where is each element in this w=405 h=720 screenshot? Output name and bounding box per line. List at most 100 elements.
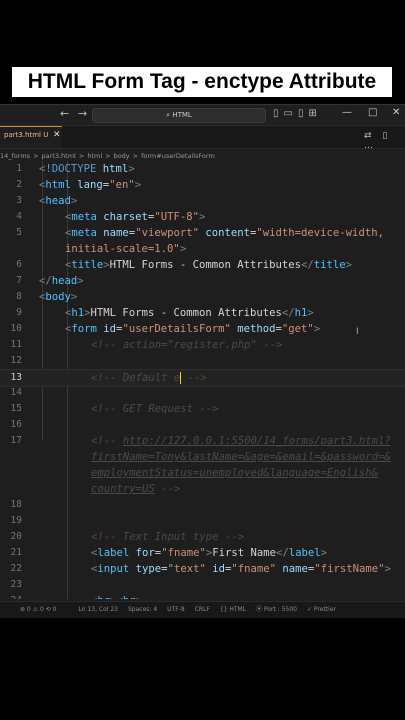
status-item[interactable]: Spaces: 4 bbox=[128, 606, 157, 613]
forward-arrow-icon[interactable]: → bbox=[78, 107, 87, 120]
code-line[interactable]: 9 <h1>HTML Forms - Common Attributes</h1> bbox=[0, 305, 405, 321]
code-text: <br><br> bbox=[91, 593, 142, 599]
code-line[interactable]: 14 bbox=[0, 385, 405, 401]
code-line[interactable]: 6 <title>HTML Forms - Common Attributes</… bbox=[0, 257, 405, 273]
breadcrumb-item[interactable]: html bbox=[87, 152, 102, 160]
video-title-banner: HTML Form Tag - enctype Attribute bbox=[12, 67, 392, 97]
code-text: firstName=Tony&lastName=&age=&email=&pas… bbox=[91, 449, 391, 465]
token-cm: <!-- Text Input type --> bbox=[91, 531, 245, 543]
token-tag: br bbox=[123, 595, 136, 599]
minimize-icon[interactable]: — bbox=[342, 107, 352, 118]
line-number: 22 bbox=[10, 563, 22, 574]
token-attr: content bbox=[198, 227, 250, 239]
layout-toggle-icons[interactable]: ▯▭▯⊞ bbox=[273, 108, 322, 119]
token-attr: type bbox=[129, 563, 162, 575]
code-line[interactable]: 2 <html lang="en"> bbox=[0, 177, 405, 193]
code-line[interactable]: 20 <!-- Text Input type --> bbox=[0, 529, 405, 545]
code-line[interactable]: 15 <!-- GET Request --> bbox=[0, 401, 405, 417]
code-line[interactable]: 22 <input type="text" id="fname" name="fi… bbox=[0, 561, 405, 577]
code-line[interactable]: 21 <label for="fname">First Name</label> bbox=[0, 545, 405, 561]
code-line[interactable]: 17 <!-- http://127.0.0.1:5500/14_forms/pa… bbox=[0, 433, 405, 449]
token-cm: --> bbox=[154, 483, 181, 495]
code-line[interactable]: 8 <body> bbox=[0, 289, 405, 305]
token-tag: title bbox=[71, 259, 104, 271]
code-line[interactable]: 3 <head> bbox=[0, 193, 405, 209]
code-line[interactable]: firstName=Tony&lastName=&age=&email=&pas… bbox=[0, 449, 405, 465]
token-tag: head bbox=[45, 195, 71, 207]
token-str: "userDetailsForm" bbox=[122, 323, 231, 335]
code-line[interactable]: 5 <meta name="viewport" content="width=de… bbox=[0, 225, 405, 241]
code-line[interactable]: 10 <form id="userDetailsForm" method="get… bbox=[0, 321, 405, 337]
token-attr: html bbox=[96, 163, 129, 175]
code-line[interactable]: 11 <!-- action="register.php" --> bbox=[0, 337, 405, 353]
close-window-icon[interactable]: ✕ bbox=[392, 107, 400, 118]
token-br: > bbox=[313, 323, 321, 335]
code-line[interactable]: 4 <meta charset="UTF-8"> bbox=[0, 209, 405, 225]
line-number: 11 bbox=[10, 339, 22, 350]
code-editor-window: ← → ⌕ HTML ▯▭▯⊞ — □ ✕ part3.html U ✕ ⇄ ▯… bbox=[0, 104, 405, 618]
token-str: "fname" bbox=[161, 547, 206, 559]
line-number: 24 bbox=[0, 593, 22, 599]
code-line[interactable]: 12 bbox=[0, 353, 405, 369]
status-item[interactable]: ✓ Prettier bbox=[307, 606, 336, 613]
code-text: <!-- Text Input type --> bbox=[91, 529, 244, 545]
code-area[interactable]: 1 <!DOCTYPE html> 2 <html lang="en"> 3 <head>… bbox=[0, 161, 405, 599]
line-number: 3 bbox=[16, 195, 22, 206]
token-tag: html bbox=[45, 179, 71, 191]
status-item[interactable]: UTF-8 bbox=[167, 606, 185, 613]
status-item[interactable]: {} HTML bbox=[220, 606, 246, 613]
search-icon: ⌕ bbox=[166, 111, 171, 119]
token-cmlink: country=US bbox=[91, 483, 155, 495]
status-item[interactable]: ⦿ Port : 5500 bbox=[256, 606, 297, 613]
status-item[interactable]: ⊗ 0 ⚠ 0 ⟲ 0 bbox=[20, 606, 56, 613]
token-tag: meta bbox=[71, 227, 97, 239]
tab-part3-html[interactable]: part3.html U ✕ bbox=[0, 126, 62, 148]
command-center-search[interactable]: ⌕ HTML bbox=[92, 108, 266, 123]
code-line[interactable]: 1 <!DOCTYPE html> bbox=[0, 161, 405, 177]
breadcrumb-item[interactable]: body bbox=[114, 152, 130, 160]
code-line[interactable]: 18 bbox=[0, 497, 405, 513]
breadcrumb-item[interactable]: 14_forms bbox=[0, 152, 30, 160]
token-tag: input bbox=[97, 563, 130, 575]
token-str: "text" bbox=[167, 563, 206, 575]
breadcrumb-item[interactable]: form#userDetailsForm bbox=[141, 152, 215, 160]
code-line[interactable]: country=US --> bbox=[0, 481, 405, 497]
tab-bar: part3.html U ✕ ⇄ ▯ … bbox=[0, 126, 405, 151]
token-cmlink: employmentStatus=unemployed&language=Eng… bbox=[91, 467, 379, 479]
code-text: <h1>HTML Forms - Common Attributes</h1> bbox=[65, 305, 314, 321]
editor-actions-icons[interactable]: ⇄ ▯ … bbox=[364, 131, 405, 151]
back-arrow-icon[interactable]: ← bbox=[60, 107, 69, 120]
code-text: initial-scale=1.0"> bbox=[65, 241, 186, 257]
status-item[interactable]: Ln 13, Col 23 bbox=[78, 606, 118, 613]
token-text: HTML Forms - Common Attributes bbox=[90, 307, 282, 319]
code-line[interactable]: 24 <br><br> bbox=[0, 593, 405, 599]
code-text: <meta charset="UTF-8"> bbox=[65, 209, 205, 225]
code-text: <!-- GET Request --> bbox=[91, 401, 219, 417]
breadcrumb-separator: > bbox=[78, 152, 85, 160]
maximize-icon[interactable]: □ bbox=[368, 107, 377, 118]
code-line[interactable]: employmentStatus=unemployed&language=Eng… bbox=[0, 465, 405, 481]
tab-close-icon[interactable]: ✕ bbox=[53, 130, 61, 140]
status-item[interactable]: CRLF bbox=[195, 606, 210, 613]
token-br: > bbox=[70, 291, 78, 303]
title-bar: ← → ⌕ HTML ▯▭▯⊞ — □ ✕ bbox=[0, 105, 405, 126]
code-text: <meta name="viewport" content="width=dev… bbox=[65, 225, 384, 241]
line-number: 19 bbox=[10, 515, 22, 526]
code-text: <body> bbox=[39, 289, 77, 305]
code-line[interactable]: 23 bbox=[0, 577, 405, 593]
line-number: 6 bbox=[16, 259, 22, 270]
code-text: <form id="userDetailsForm" method="get"> bbox=[65, 321, 320, 337]
token-br: > bbox=[77, 275, 84, 287]
token-str: "UTF-8" bbox=[154, 211, 199, 223]
code-line[interactable]: 7 </head> bbox=[0, 273, 405, 289]
token-br: > bbox=[136, 595, 142, 599]
code-line[interactable]: 19 bbox=[0, 513, 405, 529]
code-line[interactable]: initial-scale=1.0"> bbox=[0, 241, 405, 257]
search-text: HTML bbox=[172, 111, 192, 119]
code-text: <title>HTML Forms - Common Attributes</t… bbox=[65, 257, 352, 273]
breadcrumb-item[interactable]: part3.html bbox=[42, 152, 76, 160]
code-line[interactable]: 16 bbox=[0, 417, 405, 433]
line-number: 1 bbox=[16, 163, 22, 174]
token-br: > bbox=[134, 179, 142, 191]
token-text: HTML Forms - Common Attributes bbox=[109, 259, 302, 271]
